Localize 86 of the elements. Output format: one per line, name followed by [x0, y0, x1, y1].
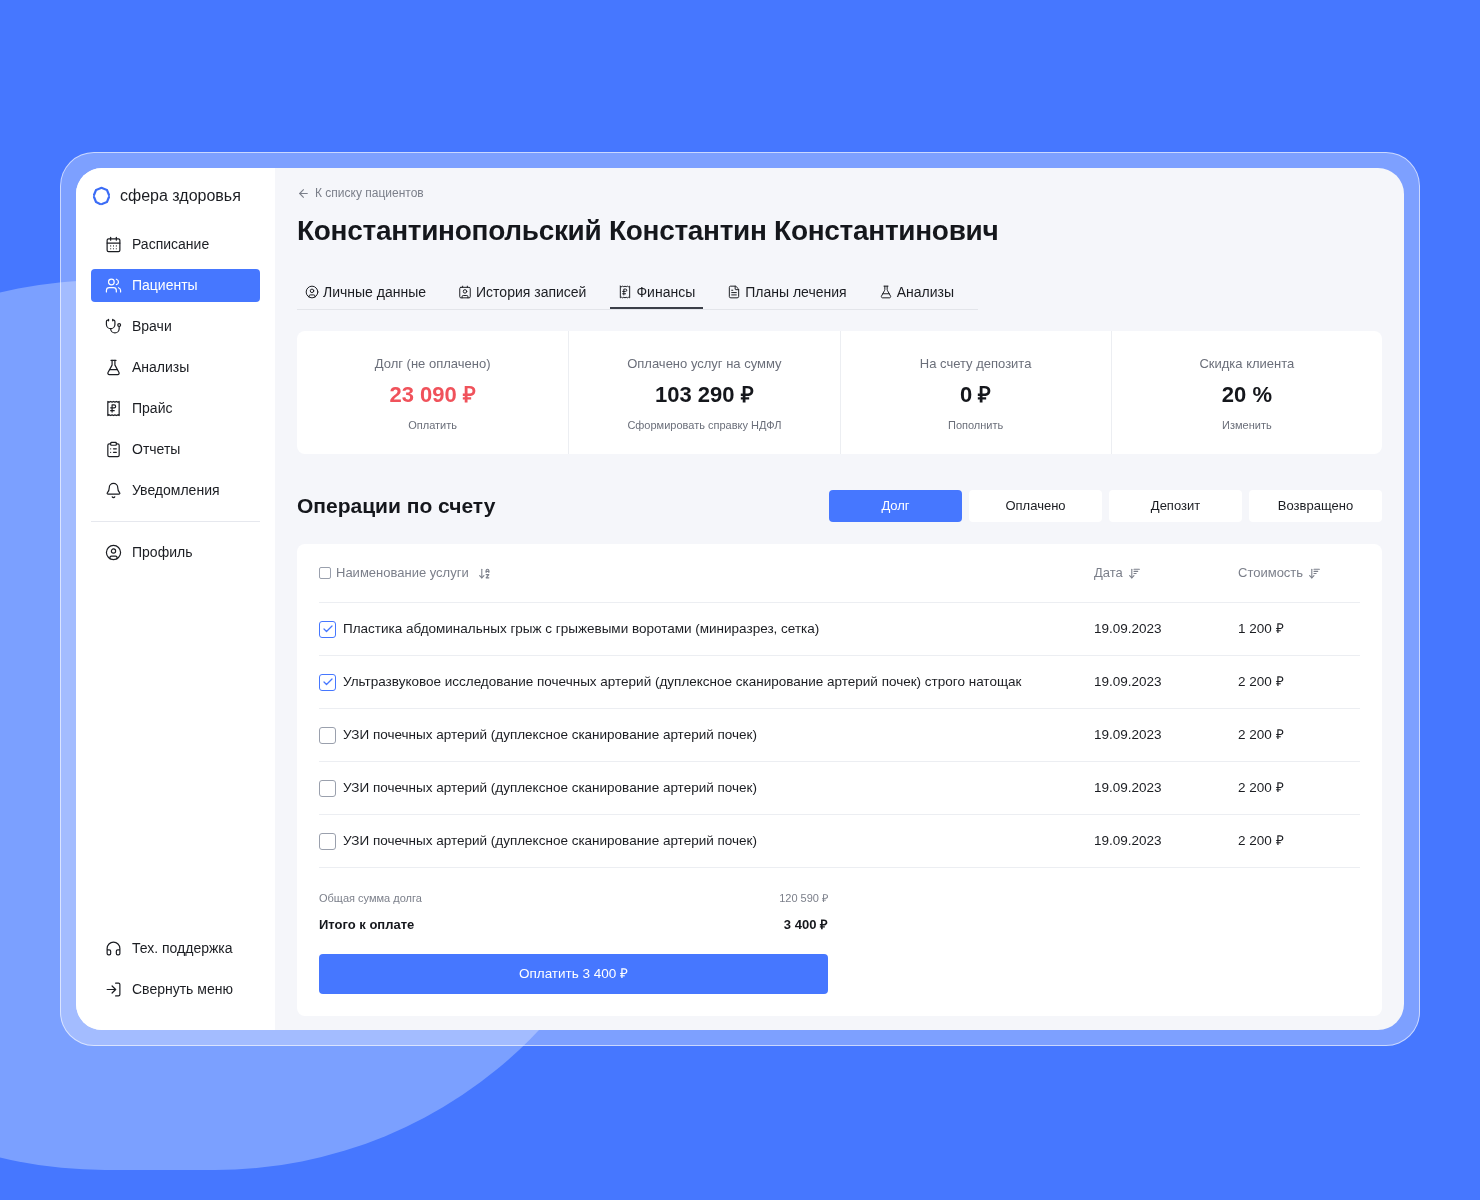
card-action-link[interactable]: Изменить	[1222, 416, 1272, 433]
table-cell-text: УЗИ почечных артерий (дуплексное сканирование артерий почек)	[343, 831, 757, 850]
column-header[interactable]: Дата	[1094, 563, 1123, 583]
table-cell-text: 2 200 ₽	[1238, 672, 1285, 691]
card-title: Скидка клиента	[1199, 355, 1295, 373]
sort-icon[interactable]	[477, 566, 491, 580]
sort-icon[interactable]	[1127, 566, 1141, 580]
table-cell-text: Ультразвуковое исследование почечных артерий (дуплексное сканирование артерий почек) строго натощак	[343, 672, 1022, 691]
clipboard-icon	[105, 441, 122, 458]
card-action-link[interactable]: Пополнить	[948, 416, 1004, 433]
card-value: 0 ₽	[959, 380, 992, 409]
due-label: Итого к оплате	[319, 915, 415, 934]
table-cell-text: 19.09.2023	[1094, 831, 1163, 850]
sidebar-item[interactable]: Врачи	[91, 310, 260, 343]
calendar-icon	[105, 236, 122, 253]
table-cell-text: 2 200 ₽	[1238, 831, 1285, 850]
bell-icon	[105, 482, 122, 499]
due-value: 3 400 ₽	[783, 915, 828, 934]
total-value: 120 590 ₽	[779, 891, 828, 906]
pay-button[interactable]: Оплатить 3 400 ₽	[319, 954, 828, 994]
card-title: Долг (не оплачено)	[374, 355, 491, 373]
back-link[interactable]: К списку пациентов	[297, 185, 1382, 201]
tab[interactable]: Финансы	[610, 277, 704, 309]
table-cell-text: 19.09.2023	[1094, 619, 1163, 638]
flask-icon	[105, 359, 122, 376]
card-value: 23 090 ₽	[389, 380, 476, 409]
users-icon	[105, 277, 122, 294]
card-title: Оплачено услуг на сумму	[627, 355, 782, 373]
collapse-icon	[105, 981, 122, 998]
checkbox[interactable]	[319, 726, 336, 744]
receipt-icon	[618, 285, 633, 299]
checkbox[interactable]	[319, 567, 331, 579]
tab[interactable]: Планы лечения	[719, 277, 855, 309]
checkbox[interactable]	[319, 779, 336, 797]
tab[interactable]: Личные данные	[297, 277, 435, 309]
tab[interactable]: История записей	[450, 277, 595, 309]
card-value: 103 290 ₽	[655, 380, 754, 409]
table-cell-text: 19.09.2023	[1094, 778, 1163, 797]
filter-button[interactable]: Возвращено	[1249, 490, 1382, 522]
total-label: Общая сумма долга	[319, 891, 422, 906]
receipt-icon	[105, 400, 122, 417]
table-cell-text: УЗИ почечных артерий (дуплексное сканирование артерий почек)	[343, 778, 757, 797]
sidebar-item[interactable]: Пациенты	[91, 269, 260, 302]
table-cell-text: Пластика абдоминальных грыж с грыжевыми воротами (миниразрез, сетка)	[343, 619, 820, 638]
table-cell-text: 19.09.2023	[1094, 672, 1163, 691]
sidebar-item[interactable]: Свернуть меню	[91, 973, 260, 1006]
card-action-link[interactable]: Оплатить	[408, 416, 457, 433]
checkbox[interactable]	[319, 620, 336, 638]
filter-button[interactable]: Долг	[829, 490, 962, 522]
card-action-link[interactable]: Сформировать справку НДФЛ	[627, 416, 782, 433]
patient-name: Константинопольский Константин Константинович	[297, 214, 1000, 248]
user-icon	[305, 285, 319, 299]
table-cell-text: УЗИ почечных артерий (дуплексное сканирование артерий почек)	[343, 725, 757, 744]
check-icon	[321, 676, 334, 688]
sidebar-item[interactable]: Уведомления	[91, 474, 260, 507]
sidebar-item[interactable]: Анализы	[91, 351, 260, 384]
filter-button[interactable]: Депозит	[1109, 490, 1242, 522]
check-icon	[321, 623, 334, 635]
card-value: 20 %	[1221, 380, 1272, 409]
sidebar-item[interactable]: Отчеты	[91, 433, 260, 466]
brand-name: сфера здоровья	[120, 186, 241, 206]
column-header[interactable]: Наименование услуги	[336, 563, 469, 583]
logo-icon	[92, 186, 112, 206]
arrow-left-icon	[297, 186, 310, 200]
flask-icon	[878, 285, 893, 299]
checkbox[interactable]	[319, 673, 336, 691]
table-cell-text: 2 200 ₽	[1238, 778, 1285, 797]
sidebar-item[interactable]: Тех. поддержка	[91, 932, 260, 965]
table-cell-text: 2 200 ₽	[1238, 725, 1285, 744]
checkbox[interactable]	[319, 832, 336, 850]
table-cell-text: 19.09.2023	[1094, 725, 1163, 744]
sort-icon[interactable]	[1308, 566, 1322, 580]
document-icon	[727, 285, 742, 299]
user-icon	[105, 544, 122, 561]
card-title: На счету депозита	[919, 355, 1032, 373]
contact-card-icon	[458, 285, 473, 299]
sidebar-item[interactable]: Расписание	[91, 228, 260, 261]
section-title: Операции по счету	[297, 493, 497, 520]
headphones-icon	[105, 940, 122, 957]
column-header[interactable]: Стоимость	[1238, 563, 1304, 583]
filter-button[interactable]: Оплачено	[969, 490, 1102, 522]
sidebar-item[interactable]: Прайс	[91, 392, 260, 425]
sidebar-item[interactable]: Профиль	[91, 536, 260, 569]
tab[interactable]: Анализы	[870, 277, 962, 309]
stethoscope-icon	[105, 318, 122, 335]
table-cell-text: 1 200 ₽	[1238, 619, 1285, 638]
